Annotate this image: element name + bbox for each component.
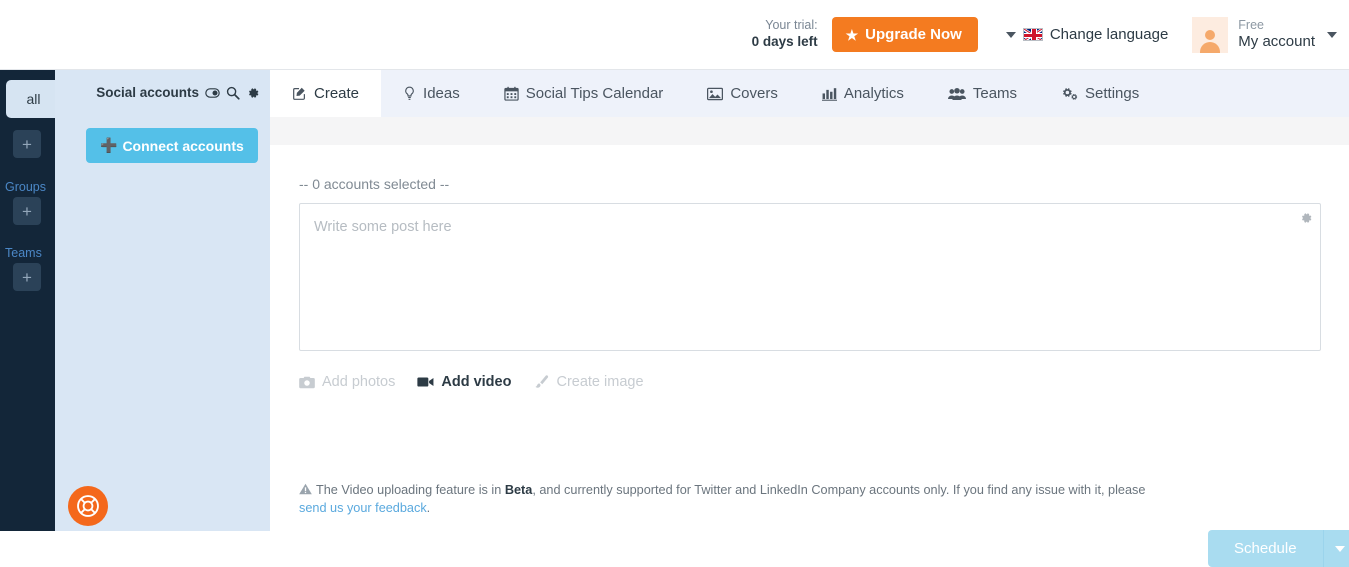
rail-groups-label: Groups bbox=[5, 180, 46, 194]
plus-icon: ➕ bbox=[100, 137, 118, 153]
tab-create-label: Create bbox=[314, 85, 360, 102]
chevron-down-icon bbox=[1335, 545, 1346, 552]
tab-teams[interactable]: Teams bbox=[926, 70, 1039, 117]
tab-content-divider bbox=[270, 117, 1349, 145]
beta-notice-bold: Beta bbox=[504, 483, 533, 497]
gear-icon[interactable] bbox=[246, 86, 260, 100]
add-video-label: Add video bbox=[441, 374, 512, 390]
rail-teams-label: Teams bbox=[5, 246, 42, 260]
trial-status: Your trial: 0 days left bbox=[752, 18, 818, 51]
account-name-label: My account bbox=[1238, 33, 1315, 50]
tab-social-tips-calendar[interactable]: Social Tips Calendar bbox=[482, 70, 686, 117]
warning-triangle-icon bbox=[299, 483, 312, 500]
social-accounts-header: Social accounts bbox=[96, 85, 260, 100]
lifebuoy-icon bbox=[77, 495, 99, 517]
chevron-down-icon bbox=[1005, 31, 1016, 38]
post-text-area[interactable]: Write some post here bbox=[299, 203, 1321, 351]
my-account-menu[interactable]: Free My account bbox=[1192, 16, 1337, 53]
post-placeholder: Write some post here bbox=[314, 219, 452, 235]
tab-covers[interactable]: Covers bbox=[685, 70, 800, 117]
create-image-label: Create image bbox=[556, 374, 644, 390]
users-icon bbox=[947, 87, 966, 101]
plus-icon: + bbox=[22, 267, 32, 287]
paintbrush-icon bbox=[533, 375, 549, 389]
star-icon: ★ bbox=[845, 26, 859, 43]
pencil-square-icon bbox=[292, 86, 307, 101]
social-accounts-title: Social accounts bbox=[96, 85, 199, 100]
upgrade-now-button[interactable]: ★ Upgrade Now bbox=[831, 17, 978, 52]
accounts-selected-label: -- 0 accounts selected -- bbox=[299, 176, 450, 192]
image-icon bbox=[707, 87, 724, 101]
tab-settings[interactable]: Settings bbox=[1039, 70, 1161, 117]
connect-accounts-button[interactable]: ➕ Connect accounts bbox=[86, 128, 258, 163]
upgrade-now-label: Upgrade Now bbox=[865, 26, 962, 43]
plus-icon: + bbox=[22, 201, 32, 221]
beta-notice-part1: The Video uploading feature is in bbox=[316, 483, 505, 497]
tab-ideas[interactable]: Ideas bbox=[381, 70, 482, 117]
trial-label: Your trial: bbox=[765, 18, 818, 33]
create-image-button[interactable]: Create image bbox=[533, 374, 644, 390]
post-composer: -- 0 accounts selected -- Write some pos… bbox=[270, 145, 1349, 567]
main-tab-bar: Create Ideas Social Tips Calendar Covers… bbox=[270, 70, 1349, 117]
help-support-button[interactable] bbox=[68, 486, 108, 526]
add-photos-label: Add photos bbox=[322, 374, 396, 390]
tab-social-tips-calendar-label: Social Tips Calendar bbox=[525, 85, 664, 102]
tab-ideas-label: Ideas bbox=[423, 85, 460, 102]
plus-icon: + bbox=[22, 134, 32, 154]
avatar bbox=[1192, 16, 1229, 53]
tab-teams-label: Teams bbox=[972, 85, 1018, 102]
account-plan-badge: Free bbox=[1238, 18, 1264, 32]
beta-notice: The Video uploading feature is in Beta, … bbox=[299, 482, 1159, 517]
rail-item-all[interactable]: all bbox=[6, 80, 61, 118]
rail-add-team-button[interactable]: + bbox=[13, 263, 41, 291]
tab-create[interactable]: Create bbox=[270, 70, 382, 117]
media-actions-row: Add photos Add video Create image bbox=[299, 374, 644, 390]
search-icon[interactable] bbox=[226, 86, 240, 100]
change-language-dropdown[interactable]: Change language bbox=[1005, 26, 1169, 43]
bar-chart-icon bbox=[821, 87, 837, 101]
uk-flag-icon bbox=[1022, 28, 1043, 41]
add-photos-button[interactable]: Add photos bbox=[299, 374, 395, 390]
left-rail: all + Groups + Teams + bbox=[0, 70, 61, 531]
account-text: Free My account bbox=[1238, 18, 1315, 51]
beta-notice-part2: , and currently supported for Twitter an… bbox=[532, 483, 1146, 497]
connect-accounts-label: Connect accounts bbox=[122, 137, 244, 154]
tab-covers-label: Covers bbox=[730, 85, 778, 102]
tab-analytics[interactable]: Analytics bbox=[800, 70, 926, 117]
rail-add-group-button[interactable]: + bbox=[13, 197, 41, 225]
social-accounts-panel: Social accounts ➕ Connect accounts bbox=[55, 70, 270, 531]
change-language-label: Change language bbox=[1049, 26, 1169, 43]
tab-analytics-label: Analytics bbox=[843, 85, 904, 102]
tab-settings-label: Settings bbox=[1085, 85, 1140, 102]
rail-add-account-button[interactable]: + bbox=[13, 130, 41, 158]
chevron-down-icon bbox=[1327, 31, 1337, 38]
gear-icon[interactable] bbox=[1299, 211, 1313, 225]
trial-days-left: 0 days left bbox=[751, 33, 818, 49]
lightbulb-icon bbox=[403, 86, 416, 101]
top-header-bar: Your trial: 0 days left ★ Upgrade Now Ch… bbox=[0, 0, 1349, 70]
schedule-dropdown-button[interactable] bbox=[1322, 530, 1349, 567]
add-video-button[interactable]: Add video bbox=[417, 374, 511, 390]
toggle-switch-icon[interactable] bbox=[205, 87, 220, 99]
send-feedback-link[interactable]: send us your feedback bbox=[299, 501, 427, 515]
header-right-cluster: Your trial: 0 days left ★ Upgrade Now Ch… bbox=[752, 0, 1349, 69]
schedule-button[interactable]: Schedule bbox=[1208, 530, 1323, 567]
gears-icon bbox=[1061, 86, 1078, 101]
calendar-icon bbox=[504, 86, 519, 101]
main-content-area: Create Ideas Social Tips Calendar Covers… bbox=[270, 70, 1349, 567]
video-camera-icon bbox=[417, 376, 434, 388]
camera-icon bbox=[299, 376, 315, 389]
beta-notice-part3: . bbox=[426, 500, 431, 515]
schedule-button-group: Schedule bbox=[1208, 530, 1349, 567]
